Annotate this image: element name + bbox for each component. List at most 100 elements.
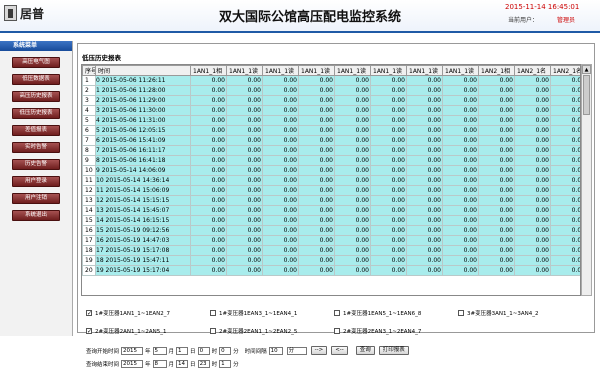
checkbox-2-an1[interactable]: ✓ 2#变压器2AN1_1~2AN5_1 — [86, 327, 166, 335]
checkbox-box-icon[interactable] — [334, 328, 340, 334]
value-cell: 0.00 — [514, 85, 551, 96]
sidebar-item-diff-report[interactable]: 差值报表 — [12, 125, 60, 136]
column-header[interactable]: 1AN1_1读 — [298, 65, 335, 76]
sidebar-item-hv-diagram[interactable]: 高压电气图 — [12, 57, 60, 68]
table-row[interactable]: 10 2015-05-06 11:26:11 0.00 0.00 0.00 0.00 0.… — [82, 75, 580, 86]
column-header[interactable]: 1AN2_1相 — [478, 65, 515, 76]
checkbox-box-icon[interactable]: ✓ — [86, 310, 92, 317]
checkbox-1-ean1[interactable]: ✓ 1#变压器1AN1_1~1EAN2_7 — [86, 309, 170, 317]
value-cell: 0.00 — [262, 215, 299, 226]
table-row[interactable]: 21 2015-05-06 11:28:00 0.00 0.00 0.00 0.00 0.… — [82, 85, 580, 96]
sidebar-item-lv-history[interactable]: 低压历史报表 — [12, 108, 60, 119]
table-row[interactable]: 16 15 2015-05-19 09:12:56 0.00 0.00 0.00 0.00… — [82, 225, 580, 236]
checkbox-box-icon[interactable] — [210, 310, 216, 316]
column-header[interactable]: 1AN2_1名 — [550, 65, 580, 76]
column-header[interactable]: 1AN1_1读 — [406, 65, 443, 76]
checkbox-box-icon[interactable]: ✓ — [86, 328, 92, 335]
value-cell: 0.00 — [442, 215, 479, 226]
value-cell: 0.00 — [190, 115, 227, 126]
table-row[interactable]: 10 9 2015-05-14 14:06:09 0.00 0.00 0.00 0.00 0… — [82, 165, 580, 176]
table-row[interactable]: 65 2015-05-06 12:05:15 0.00 0.00 0.00 0.00 0.… — [82, 125, 580, 136]
value-cell: 0.00 — [550, 175, 580, 186]
checkbox-2-ean1[interactable]: 2#变压器2EAN1_1~2EAN2_5 — [210, 327, 297, 335]
row-index-cell: 14 — [82, 205, 96, 216]
table-row[interactable]: 32 2015-05-06 11:29:00 0.00 0.00 0.00 0.00 0.… — [82, 95, 580, 106]
table-row[interactable]: 13 12 2015-05-14 15:15:15 0.00 0.00 0.00 0.00… — [82, 195, 580, 206]
end-day-input[interactable]: 14 — [176, 360, 189, 368]
value-cell: 0.00 — [262, 195, 299, 206]
value-cell: 0.00 — [370, 255, 407, 266]
start-day-input[interactable]: 1 — [176, 346, 189, 355]
end-year-input[interactable]: 2015 — [121, 360, 144, 368]
start-year-input[interactable]: 2015 — [121, 346, 144, 355]
start-hour-input[interactable]: 0 — [197, 346, 210, 355]
end-month-input[interactable]: 8 — [152, 360, 167, 368]
column-header[interactable]: 序号 — [82, 65, 96, 76]
value-cell: 0.00 — [514, 165, 551, 176]
sidebar-item-logout[interactable]: 用户注销 — [12, 193, 60, 204]
table-row[interactable]: 17 16 2015-05-19 14:47:03 0.00 0.00 0.00 0.00… — [82, 235, 580, 246]
checkbox-2-ean3[interactable]: 2#变压器2EAN3_1~2EAN4_7 — [334, 327, 421, 335]
interval-input[interactable]: 10 — [268, 346, 283, 355]
checkbox-1-ean3[interactable]: 1#变压器1EAN3_1~1EAN4_1 — [210, 309, 297, 317]
checkbox-box-icon[interactable] — [334, 310, 340, 316]
table-row[interactable]: 18 17 2015-05-19 15:17:08 0.00 0.00 0.00 0.00… — [82, 245, 580, 256]
value-cell: 0.00 — [550, 205, 580, 216]
query-button[interactable]: 查询 — [355, 346, 375, 355]
sidebar-item-hv-history[interactable]: 高压历史报表 — [12, 91, 60, 102]
row-index-cell: 6 — [82, 125, 96, 136]
column-header[interactable]: 1AN1_1相 — [190, 65, 227, 76]
column-header[interactable]: 1AN1_1读 — [262, 65, 299, 76]
checkbox-box-icon[interactable] — [458, 310, 464, 316]
table-row[interactable]: 19 18 2015-05-19 15:47:11 0.00 0.00 0.00 0.00… — [82, 255, 580, 266]
interval-unit-select[interactable]: 分 — [286, 346, 307, 355]
table-row[interactable]: 54 2015-05-06 11:31:00 0.00 0.00 0.00 0.00 0.… — [82, 115, 580, 126]
table-row[interactable]: 14 13 2015-05-14 15:45:07 0.00 0.00 0.00 0.00… — [82, 205, 580, 216]
sidebar-item-history-alarm[interactable]: 历史告警 — [12, 159, 60, 170]
value-cell: 0.00 — [478, 145, 515, 156]
column-header[interactable]: 1AN2_1名 — [514, 65, 551, 76]
table-row[interactable]: 76 2015-05-06 15:41:09 0.00 0.00 0.00 0.00 0.… — [82, 135, 580, 146]
value-cell: 0.00 — [406, 125, 443, 136]
table-row[interactable]: 87 2015-05-06 16:11:17 0.00 0.00 0.00 0.00 0.… — [82, 145, 580, 156]
end-minute-input[interactable]: 1 — [219, 360, 232, 368]
column-header[interactable]: 1AN1_1读 — [370, 65, 407, 76]
value-cell: 0.00 — [298, 95, 335, 106]
table-row[interactable]: 12 11 2015-05-14 15:06:09 0.00 0.00 0.00 0.00… — [82, 185, 580, 196]
table-row[interactable]: 98 2015-05-06 16:41:18 0.00 0.00 0.00 0.00 0.… — [82, 155, 580, 166]
scroll-thumb[interactable] — [583, 75, 590, 115]
value-cell: 0.00 — [406, 245, 443, 256]
value-cell: 0.00 — [190, 185, 227, 196]
end-time-row: 查询结束时间 2015 年 8月 14 日 23 时 1分 — [86, 360, 239, 368]
start-minute-input[interactable]: 0 — [219, 346, 232, 355]
table-row[interactable]: 20 19 2015-05-19 15:17:04 0.00 0.00 0.00 0.00… — [82, 265, 580, 276]
checkbox-box-icon[interactable] — [210, 328, 216, 334]
checkbox-3-an1[interactable]: 3#变压器3AN1_1~3AN4_2 — [458, 309, 538, 317]
sidebar-item-exit[interactable]: 系统退出 — [12, 210, 60, 221]
column-header[interactable]: 时间 — [95, 65, 191, 76]
checkbox-label: 1#变压器1EAN5_1~1EAN6_8 — [343, 311, 422, 317]
end-hour-input[interactable]: 23 — [197, 360, 210, 368]
scroll-up-icon[interactable]: ▲ — [582, 65, 591, 74]
sidebar-item-realtime-alarm[interactable]: 实时告警 — [12, 142, 60, 153]
sidebar-item-lv-data[interactable]: 低压数据表 — [12, 74, 60, 85]
next-button[interactable]: --> — [310, 346, 328, 355]
value-cell: 0.00 — [514, 195, 551, 206]
time-cell: 8 2015-05-06 16:41:18 — [95, 155, 191, 166]
print-report-button[interactable]: 打印报表 — [378, 346, 409, 355]
column-header[interactable]: 1AN1_1读 — [334, 65, 371, 76]
column-header[interactable]: 1AN1_1读 — [442, 65, 479, 76]
start-month-input[interactable]: 5 — [152, 346, 167, 355]
value-cell: 0.00 — [514, 95, 551, 106]
value-cell: 0.00 — [226, 255, 263, 266]
table-vertical-scrollbar[interactable]: ▲ — [581, 64, 592, 296]
row-index-cell: 15 — [82, 215, 96, 226]
checkbox-1-ean5[interactable]: 1#变压器1EAN5_1~1EAN6_8 — [334, 309, 421, 317]
sidebar-item-login[interactable]: 用户登录 — [12, 176, 60, 187]
value-cell: 0.00 — [370, 75, 407, 86]
table-row[interactable]: 43 2015-05-06 11:30:00 0.00 0.00 0.00 0.00 0.… — [82, 105, 580, 116]
prev-button[interactable]: <-- — [331, 346, 348, 355]
table-row[interactable]: 11 10 2015-05-14 14:36:14 0.00 0.00 0.00 0.00… — [82, 175, 580, 186]
table-row[interactable]: 15 14 2015-05-14 16:15:15 0.00 0.00 0.00 0.00… — [82, 215, 580, 226]
column-header[interactable]: 1AN1_1读 — [226, 65, 263, 76]
